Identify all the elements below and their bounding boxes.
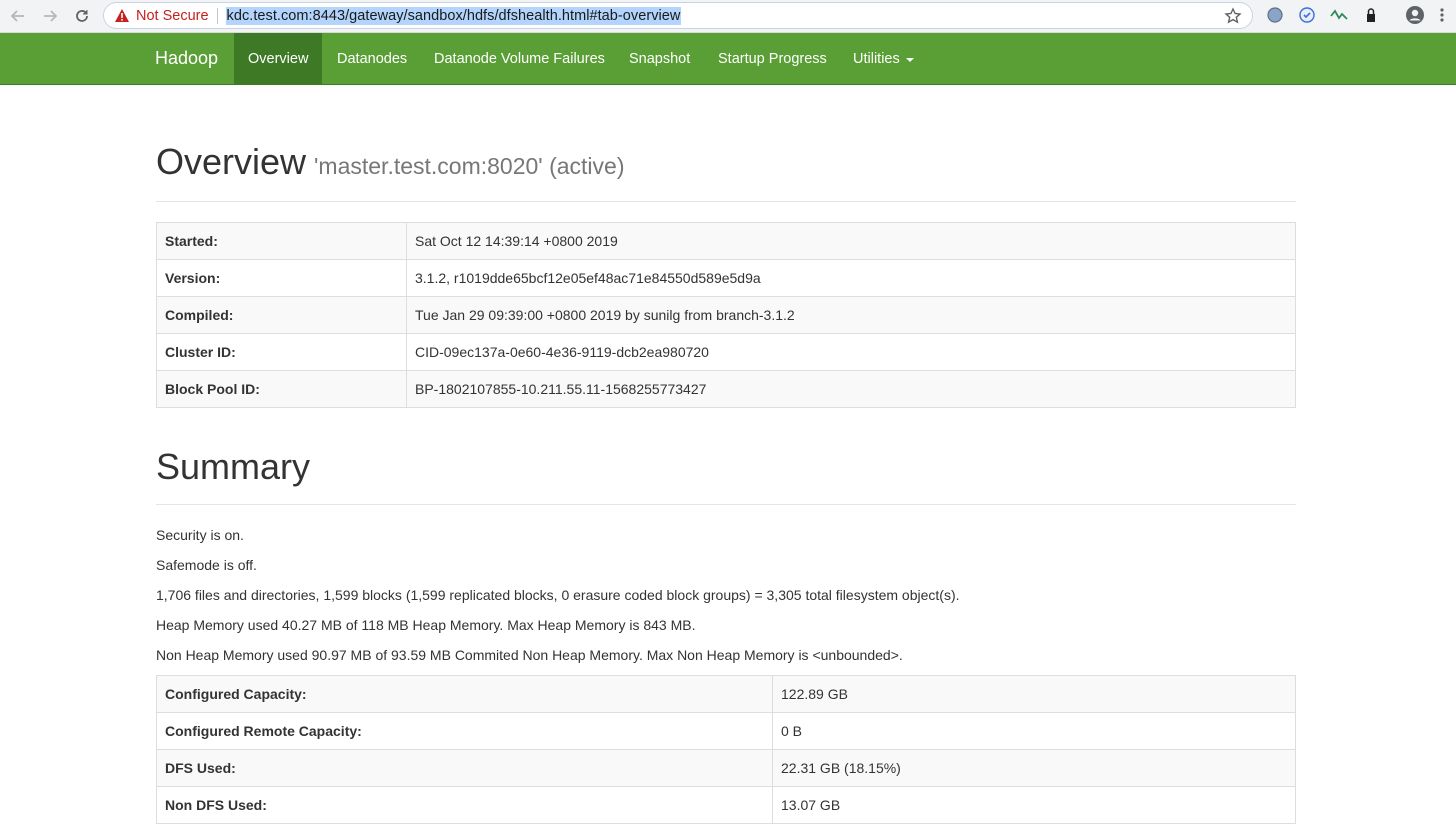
reload-icon[interactable]: [70, 4, 94, 28]
table-row: Cluster ID: CID-09ec137a-0e60-4e36-9119-…: [156, 333, 1296, 371]
profile-icon[interactable]: [1405, 5, 1425, 25]
address-bar[interactable]: Not Secure kdc.test.com:8443/gateway/san…: [103, 2, 1253, 29]
row-value: CID-09ec137a-0e60-4e36-9119-dcb2ea980720: [406, 333, 1296, 371]
star-icon[interactable]: [1224, 7, 1242, 25]
row-value: 122.89 GB: [772, 675, 1296, 713]
summary-line: Safemode is off.: [156, 557, 257, 573]
table-row: Version: 3.1.2, r1019dde65bcf12e05ef48ac…: [156, 259, 1296, 297]
table-row: Block Pool ID: BP-1802107855-10.211.55.1…: [156, 370, 1296, 408]
table-row: Started: Sat Oct 12 14:39:14 +0800 2019: [156, 222, 1296, 260]
table-row: DFS Used: 22.31 GB (18.15%): [156, 749, 1296, 787]
overview-header: Overview 'master.test.com:8020' (active): [156, 141, 1296, 202]
summary-line: Security is on.: [156, 527, 244, 543]
row-value: 22.31 GB (18.15%): [772, 749, 1296, 787]
row-key: Version:: [156, 259, 407, 297]
extension-shield-icon[interactable]: [1297, 5, 1317, 25]
nav-datanode-volume-failures[interactable]: Datanode Volume Failures: [420, 33, 619, 84]
table-row: Compiled: Tue Jan 29 09:39:00 +0800 2019…: [156, 296, 1296, 334]
back-icon[interactable]: [6, 4, 30, 28]
nav-utilities-dropdown[interactable]: Utilities: [839, 33, 928, 84]
table-row: Non DFS Used: 13.07 GB: [156, 786, 1296, 824]
row-key: Block Pool ID:: [156, 370, 407, 408]
nav-datanodes[interactable]: Datanodes: [323, 33, 421, 84]
row-key: Started:: [156, 222, 407, 260]
nav-startup-progress[interactable]: Startup Progress: [704, 33, 841, 84]
not-secure-label[interactable]: Not Secure: [136, 8, 209, 24]
extension-pulse-icon[interactable]: [1329, 5, 1349, 25]
main-content: Overview'master.test.com:8020' (active) …: [156, 85, 1296, 824]
url-text[interactable]: kdc.test.com:8443/gateway/sandbox/hdfs/d…: [225, 6, 682, 25]
overview-table: Started: Sat Oct 12 14:39:14 +0800 2019 …: [156, 222, 1296, 408]
row-key: Cluster ID:: [156, 333, 407, 371]
row-key: Non DFS Used:: [156, 786, 773, 824]
summary-line: Non Heap Memory used 90.97 MB of 93.59 M…: [156, 647, 903, 663]
page-subtitle: 'master.test.com:8020' (active): [314, 153, 625, 179]
nav-datanodes-label: Datanodes: [337, 50, 408, 67]
row-key: Configured Remote Capacity:: [156, 712, 773, 750]
row-key: DFS Used:: [156, 749, 773, 787]
brand-link[interactable]: Hadoop: [155, 33, 218, 84]
row-value: 3.1.2, r1019dde65bcf12e05ef48ac71e84550d…: [406, 259, 1296, 297]
extension-globe-icon[interactable]: [1265, 5, 1285, 25]
table-row: Configured Remote Capacity: 0 B: [156, 712, 1296, 750]
menu-icon[interactable]: [1436, 5, 1448, 25]
page-title: Overview: [156, 141, 307, 182]
nav-overview-label: Overview: [248, 50, 309, 67]
browser-toolbar: Not Secure kdc.test.com:8443/gateway/san…: [0, 0, 1456, 33]
summary-title: Summary: [156, 446, 1296, 505]
row-value: 0 B: [772, 712, 1296, 750]
capacity-table: Configured Capacity: 122.89 GB Configure…: [156, 675, 1296, 824]
row-key: Configured Capacity:: [156, 675, 773, 713]
row-value: 13.07 GB: [772, 786, 1296, 824]
nav-startup-progress-label: Startup Progress: [718, 50, 827, 67]
summary-line: Heap Memory used 40.27 MB of 118 MB Heap…: [156, 617, 696, 633]
nav-snapshot-label: Snapshot: [629, 50, 691, 67]
nav-snapshot[interactable]: Snapshot: [615, 33, 704, 84]
warning-icon: [114, 8, 130, 24]
row-value: Tue Jan 29 09:39:00 +0800 2019 by sunilg…: [406, 296, 1296, 334]
nav-overview[interactable]: Overview: [234, 33, 322, 84]
row-value: BP-1802107855-10.211.55.11-1568255773427: [406, 370, 1296, 408]
summary-line: 1,706 files and directories, 1,599 block…: [156, 587, 960, 603]
forward-icon[interactable]: [38, 4, 62, 28]
nav-utilities-label: Utilities: [853, 50, 900, 67]
row-key: Compiled:: [156, 296, 407, 334]
url-divider: [216, 7, 218, 24]
summary-lines: Security is on. Safemode is off. 1,706 f…: [156, 525, 1296, 675]
hadoop-navbar: Hadoop Overview Datanodes Datanode Volum…: [0, 33, 1456, 85]
table-row: Configured Capacity: 122.89 GB: [156, 675, 1296, 713]
extension-lock-icon[interactable]: [1361, 5, 1381, 25]
caret-down-icon: [905, 57, 914, 62]
row-value: Sat Oct 12 14:39:14 +0800 2019: [406, 222, 1296, 260]
nav-datanode-volume-failures-label: Datanode Volume Failures: [434, 50, 605, 67]
